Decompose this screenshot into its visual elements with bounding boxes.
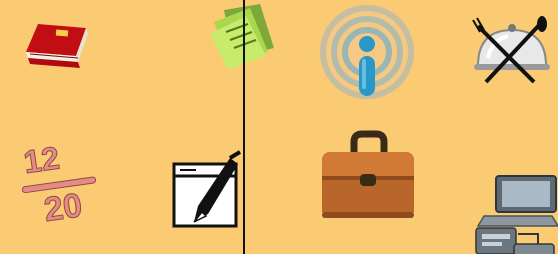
svg-text:20: 20 (42, 186, 85, 229)
svg-text:12: 12 (21, 140, 61, 181)
pen-editor-icon[interactable] (172, 150, 242, 228)
info-wifi-icon[interactable] (319, 4, 415, 100)
desktop: 12 20 (0, 0, 558, 254)
desktop-canvas: 12 20 (0, 0, 558, 254)
vertical-divider (243, 0, 245, 254)
